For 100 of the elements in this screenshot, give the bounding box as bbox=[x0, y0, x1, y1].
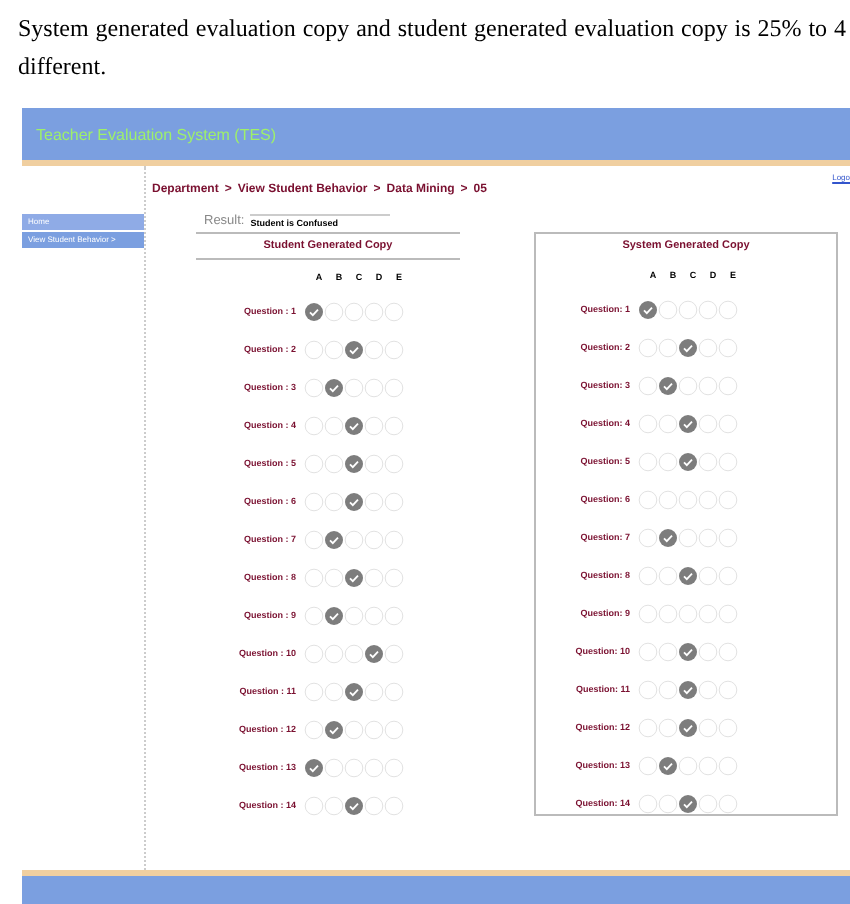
radio-icon[interactable] bbox=[678, 755, 698, 775]
radio-icon[interactable] bbox=[364, 719, 384, 739]
radio-icon[interactable] bbox=[698, 489, 718, 509]
radio-icon[interactable] bbox=[698, 679, 718, 699]
radio-icon[interactable] bbox=[658, 565, 678, 585]
radio-icon[interactable] bbox=[364, 415, 384, 435]
radio-icon[interactable] bbox=[304, 605, 324, 625]
radio-icon[interactable] bbox=[678, 489, 698, 509]
radio-icon[interactable] bbox=[364, 339, 384, 359]
radio-icon[interactable] bbox=[384, 339, 404, 359]
checked-radio-icon[interactable] bbox=[678, 641, 698, 661]
radio-icon[interactable] bbox=[304, 681, 324, 701]
radio-icon[interactable] bbox=[324, 643, 344, 663]
radio-icon[interactable] bbox=[698, 299, 718, 319]
radio-icon[interactable] bbox=[384, 567, 404, 587]
radio-icon[interactable] bbox=[718, 641, 738, 661]
radio-icon[interactable] bbox=[698, 793, 718, 813]
radio-icon[interactable] bbox=[324, 795, 344, 815]
checked-radio-icon[interactable] bbox=[678, 413, 698, 433]
radio-icon[interactable] bbox=[658, 489, 678, 509]
checked-radio-icon[interactable] bbox=[344, 491, 364, 511]
radio-icon[interactable] bbox=[638, 641, 658, 661]
checked-radio-icon[interactable] bbox=[324, 377, 344, 397]
radio-icon[interactable] bbox=[718, 527, 738, 547]
radio-icon[interactable] bbox=[638, 755, 658, 775]
radio-icon[interactable] bbox=[698, 565, 718, 585]
radio-icon[interactable] bbox=[718, 413, 738, 433]
radio-icon[interactable] bbox=[638, 527, 658, 547]
radio-icon[interactable] bbox=[698, 603, 718, 623]
checked-radio-icon[interactable] bbox=[344, 567, 364, 587]
radio-icon[interactable] bbox=[344, 719, 364, 739]
radio-icon[interactable] bbox=[384, 301, 404, 321]
radio-icon[interactable] bbox=[324, 757, 344, 777]
radio-icon[interactable] bbox=[384, 453, 404, 473]
radio-icon[interactable] bbox=[384, 681, 404, 701]
radio-icon[interactable] bbox=[638, 489, 658, 509]
radio-icon[interactable] bbox=[324, 491, 344, 511]
radio-icon[interactable] bbox=[364, 377, 384, 397]
radio-icon[interactable] bbox=[384, 643, 404, 663]
checked-radio-icon[interactable] bbox=[678, 565, 698, 585]
radio-icon[interactable] bbox=[638, 603, 658, 623]
radio-icon[interactable] bbox=[638, 375, 658, 395]
checked-radio-icon[interactable] bbox=[678, 337, 698, 357]
radio-icon[interactable] bbox=[344, 301, 364, 321]
radio-icon[interactable] bbox=[364, 453, 384, 473]
radio-icon[interactable] bbox=[658, 679, 678, 699]
radio-icon[interactable] bbox=[304, 377, 324, 397]
radio-icon[interactable] bbox=[364, 529, 384, 549]
radio-icon[interactable] bbox=[384, 795, 404, 815]
radio-icon[interactable] bbox=[718, 451, 738, 471]
radio-icon[interactable] bbox=[638, 337, 658, 357]
checked-radio-icon[interactable] bbox=[324, 605, 344, 625]
checked-radio-icon[interactable] bbox=[324, 719, 344, 739]
radio-icon[interactable] bbox=[364, 301, 384, 321]
radio-icon[interactable] bbox=[364, 795, 384, 815]
checked-radio-icon[interactable] bbox=[678, 451, 698, 471]
radio-icon[interactable] bbox=[638, 451, 658, 471]
radio-icon[interactable] bbox=[698, 717, 718, 737]
checked-radio-icon[interactable] bbox=[658, 755, 678, 775]
radio-icon[interactable] bbox=[718, 565, 738, 585]
radio-icon[interactable] bbox=[344, 605, 364, 625]
checked-radio-icon[interactable] bbox=[678, 717, 698, 737]
radio-icon[interactable] bbox=[638, 717, 658, 737]
radio-icon[interactable] bbox=[324, 453, 344, 473]
radio-icon[interactable] bbox=[384, 377, 404, 397]
radio-icon[interactable] bbox=[384, 529, 404, 549]
radio-icon[interactable] bbox=[304, 339, 324, 359]
checked-radio-icon[interactable] bbox=[678, 793, 698, 813]
radio-icon[interactable] bbox=[638, 565, 658, 585]
radio-icon[interactable] bbox=[364, 757, 384, 777]
radio-icon[interactable] bbox=[304, 567, 324, 587]
radio-icon[interactable] bbox=[718, 717, 738, 737]
radio-icon[interactable] bbox=[658, 717, 678, 737]
radio-icon[interactable] bbox=[698, 527, 718, 547]
radio-icon[interactable] bbox=[718, 489, 738, 509]
radio-icon[interactable] bbox=[324, 301, 344, 321]
radio-icon[interactable] bbox=[658, 299, 678, 319]
radio-icon[interactable] bbox=[658, 603, 678, 623]
radio-icon[interactable] bbox=[304, 491, 324, 511]
radio-icon[interactable] bbox=[638, 413, 658, 433]
radio-icon[interactable] bbox=[698, 451, 718, 471]
radio-icon[interactable] bbox=[658, 451, 678, 471]
radio-icon[interactable] bbox=[638, 793, 658, 813]
radio-icon[interactable] bbox=[678, 375, 698, 395]
radio-icon[interactable] bbox=[718, 679, 738, 699]
radio-icon[interactable] bbox=[384, 415, 404, 435]
radio-icon[interactable] bbox=[384, 719, 404, 739]
radio-icon[interactable] bbox=[304, 795, 324, 815]
radio-icon[interactable] bbox=[698, 641, 718, 661]
checked-radio-icon[interactable] bbox=[638, 299, 658, 319]
radio-icon[interactable] bbox=[678, 299, 698, 319]
radio-icon[interactable] bbox=[718, 755, 738, 775]
checked-radio-icon[interactable] bbox=[344, 339, 364, 359]
radio-icon[interactable] bbox=[638, 679, 658, 699]
radio-icon[interactable] bbox=[384, 491, 404, 511]
radio-icon[interactable] bbox=[384, 605, 404, 625]
radio-icon[interactable] bbox=[344, 757, 364, 777]
radio-icon[interactable] bbox=[658, 793, 678, 813]
radio-icon[interactable] bbox=[718, 603, 738, 623]
checked-radio-icon[interactable] bbox=[658, 527, 678, 547]
